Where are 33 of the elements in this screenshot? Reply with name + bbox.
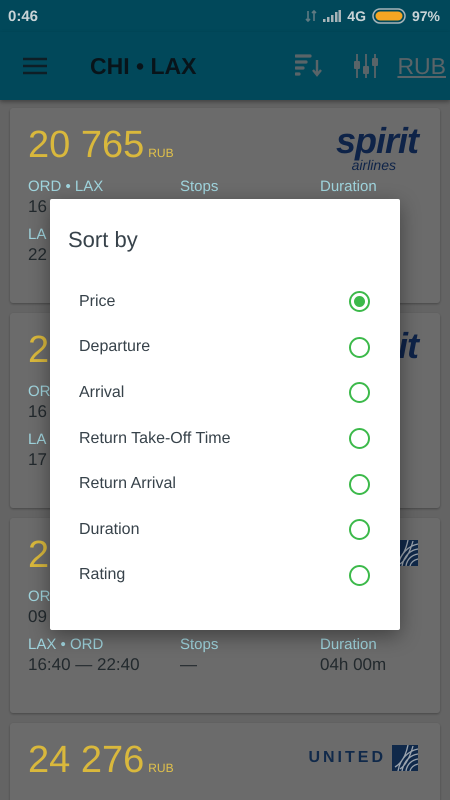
leg-value: 17 [28, 449, 47, 471]
leg-value: 16 [28, 401, 47, 423]
leg-label: Duration [320, 636, 377, 654]
leg-value: 16:40 — 22:40 [28, 654, 140, 676]
leg-value: 04h 00m [320, 654, 386, 676]
price: 2 [28, 329, 50, 372]
price: 24 276 [28, 739, 144, 782]
network-label: 4G [347, 8, 366, 24]
price: 20 765 [28, 124, 144, 167]
leg-label: OR [28, 383, 50, 401]
leg-label: Duration [320, 178, 377, 196]
status-time: 0:46 [8, 8, 38, 24]
leg-label: OR [28, 588, 50, 606]
leg-label: LA [28, 431, 46, 449]
battery-percent: 97% [412, 8, 440, 24]
leg-value: 16 [28, 196, 47, 218]
airline-logo: spirit [336, 124, 418, 158]
currency-label: RUB [148, 761, 174, 775]
leg-label: Stops [180, 636, 218, 654]
airline-logo: it [398, 329, 418, 363]
leg-label: Stops [180, 178, 218, 196]
route-title: CHI • LAX [90, 52, 198, 80]
dialog-title: Sort by [68, 227, 139, 253]
leg-value: — [180, 654, 197, 676]
airline-logo-subtitle: airlines [352, 158, 396, 172]
leg-value: 22 [28, 244, 47, 266]
price: 2 [28, 534, 50, 577]
airline-logo: UNITED [308, 749, 386, 767]
currency-label: RUB [148, 146, 174, 160]
leg-value: 09 [28, 606, 47, 628]
leg-label: LA [28, 226, 46, 244]
leg-label: ORD • LAX [28, 178, 104, 196]
leg-label: LAX • ORD [28, 636, 104, 654]
